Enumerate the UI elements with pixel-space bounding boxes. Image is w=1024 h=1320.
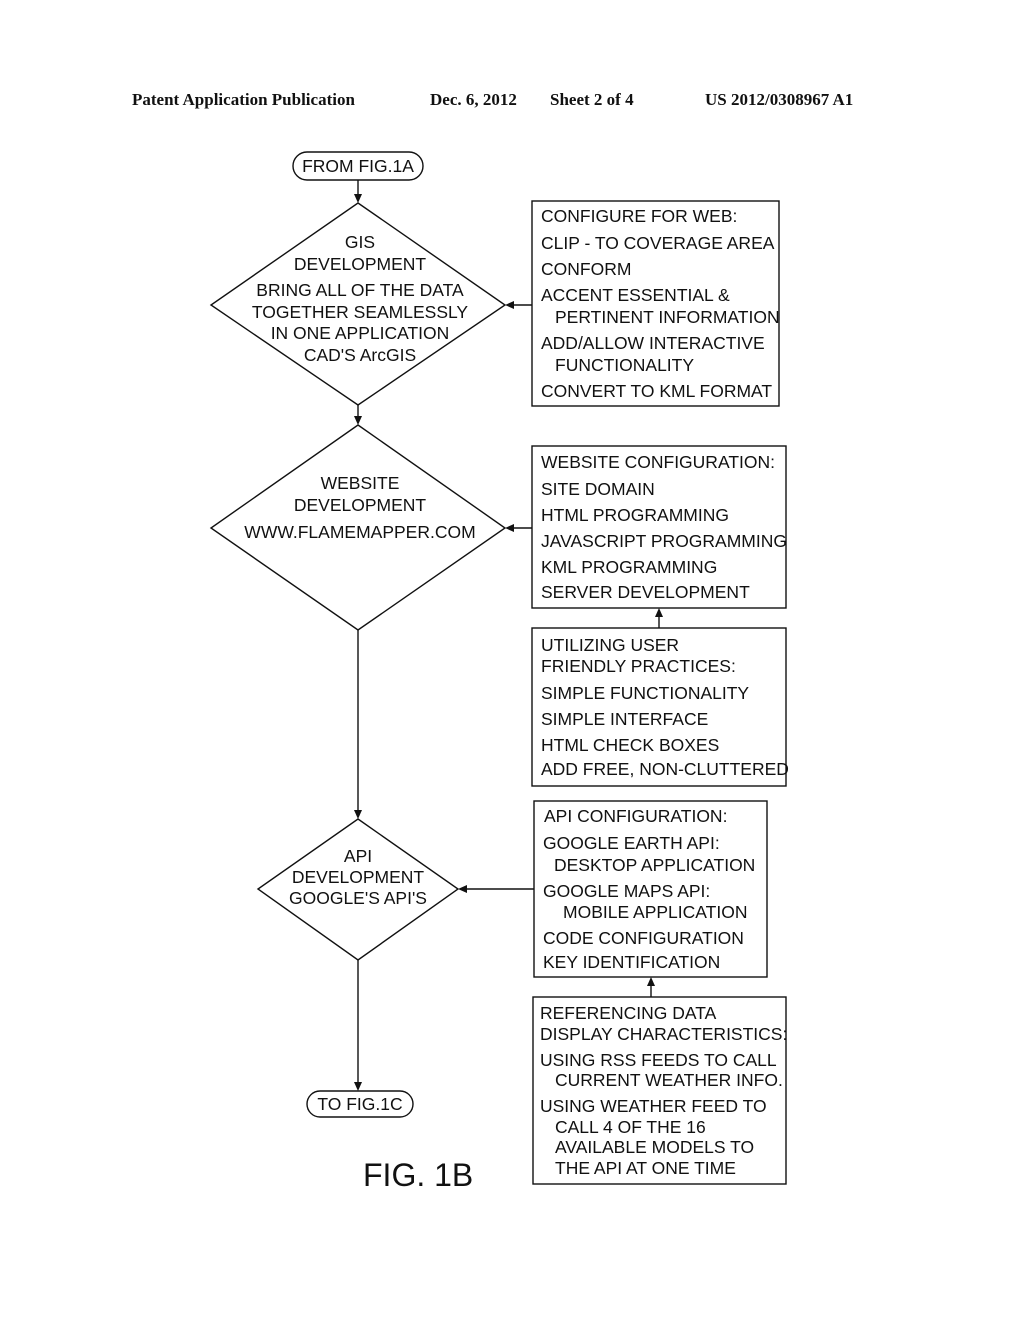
decision-api-development: API DEVELOPMENT GOOGLE'S API'S (256, 818, 460, 961)
box-configure-line: ACCENT ESSENTIAL & (541, 285, 730, 305)
box-api-config-line: GOOGLE MAPS API: (543, 881, 710, 901)
decision-website-line: WWW.FLAMEMAPPER.COM (244, 522, 475, 542)
start-terminal: FROM FIG.1A (292, 151, 424, 181)
box-practices-line: ADD FREE, NON-CLUTTERED (541, 759, 789, 779)
flowchart: FROM FIG.1A GIS DEVELOPMENT BRING ALL OF… (209, 151, 789, 1193)
box-website-config-line: SITE DOMAIN (541, 479, 655, 499)
box-referencing-line: DISPLAY CHARACTERISTICS: (540, 1024, 787, 1044)
arrowhead-down (354, 194, 362, 203)
box-practices-line: UTILIZING USER (541, 635, 679, 655)
box-api-config-line: KEY IDENTIFICATION (543, 952, 720, 972)
arrowhead-down (354, 810, 362, 819)
start-terminal-label: FROM FIG.1A (302, 156, 414, 176)
decision-website-line: DEVELOPMENT (294, 495, 427, 515)
decision-gis-development: GIS DEVELOPMENT BRING ALL OF THE DATA TO… (209, 202, 507, 406)
box-configure-line: CONVERT TO KML FORMAT (541, 381, 772, 401)
decision-gis-line: IN ONE APPLICATION (271, 323, 450, 343)
box-website-config-line: SERVER DEVELOPMENT (541, 582, 750, 602)
figure-label: FIG. 1B (363, 1157, 473, 1193)
box-configure-line: ADD/ALLOW INTERACTIVE (541, 333, 765, 353)
arrowhead-up (655, 608, 663, 617)
box-website-config-line: KML PROGRAMMING (541, 557, 717, 577)
box-configure-line: CLIP - TO COVERAGE AREA (541, 233, 775, 253)
box-practices-line: HTML CHECK BOXES (541, 735, 719, 755)
arrowhead-down (354, 1082, 362, 1091)
box-practices-line: FRIENDLY PRACTICES: (541, 656, 736, 676)
box-referencing-line: REFERENCING DATA (540, 1003, 717, 1023)
box-api-config-line: DESKTOP APPLICATION (554, 855, 755, 875)
box-referencing-line: CALL 4 OF THE 16 (555, 1117, 706, 1137)
box-referencing-data: REFERENCING DATA DISPLAY CHARACTERISTICS… (532, 996, 787, 1185)
box-referencing-line: USING WEATHER FEED TO (540, 1096, 767, 1116)
box-configure-line: FUNCTIONALITY (555, 355, 694, 375)
decision-website-line: WEBSITE (321, 473, 400, 493)
arrowhead-left (458, 885, 467, 893)
decision-gis-line: CAD'S ArcGIS (304, 345, 416, 365)
box-configure-line: CONFORM (541, 259, 631, 279)
end-terminal-label: TO FIG.1C (317, 1094, 402, 1114)
box-api-config-line: API CONFIGURATION: (544, 806, 727, 826)
decision-api-line: DEVELOPMENT (292, 867, 425, 887)
decision-api-line: API (344, 846, 372, 866)
decision-gis-line: BRING ALL OF THE DATA (256, 280, 464, 300)
box-referencing-line: THE API AT ONE TIME (555, 1158, 736, 1178)
box-practices-line: SIMPLE INTERFACE (541, 709, 708, 729)
box-website-config-line: WEBSITE CONFIGURATION: (541, 452, 775, 472)
box-api-config-line: GOOGLE EARTH API: (543, 833, 720, 853)
box-configure-line: CONFIGURE FOR WEB: (541, 206, 737, 226)
decision-api-line: GOOGLE'S API'S (289, 888, 427, 908)
box-api-configuration: API CONFIGURATION: GOOGLE EARTH API: DES… (533, 800, 768, 978)
box-user-friendly-practices: UTILIZING USER FRIENDLY PRACTICES: SIMPL… (531, 627, 789, 787)
box-configure-line: PERTINENT INFORMATION (555, 307, 780, 327)
end-terminal: TO FIG.1C (306, 1090, 414, 1118)
box-website-configuration: WEBSITE CONFIGURATION: SITE DOMAIN HTML … (531, 445, 787, 609)
decision-website-development: WEBSITE DEVELOPMENT WWW.FLAMEMAPPER.COM (209, 424, 507, 631)
box-api-config-line: CODE CONFIGURATION (543, 928, 744, 948)
box-referencing-line: USING RSS FEEDS TO CALL (540, 1050, 777, 1070)
arrowhead-up (647, 977, 655, 986)
box-practices-line: SIMPLE FUNCTIONALITY (541, 683, 749, 703)
box-referencing-line: CURRENT WEATHER INFO. (555, 1070, 783, 1090)
box-website-config-line: HTML PROGRAMMING (541, 505, 729, 525)
decision-gis-line: DEVELOPMENT (294, 254, 427, 274)
arrowhead-down (354, 416, 362, 425)
box-configure-for-web: CONFIGURE FOR WEB: CLIP - TO COVERAGE AR… (531, 200, 780, 407)
decision-gis-line: TOGETHER SEAMLESSLY (252, 302, 469, 322)
box-api-config-line: MOBILE APPLICATION (563, 902, 747, 922)
decision-gis-line: GIS (345, 232, 375, 252)
arrowhead-left (505, 301, 514, 309)
arrowhead-left (505, 524, 514, 532)
box-referencing-line: AVAILABLE MODELS TO (555, 1137, 754, 1157)
box-website-config-line: JAVASCRIPT PROGRAMMING (541, 531, 787, 551)
